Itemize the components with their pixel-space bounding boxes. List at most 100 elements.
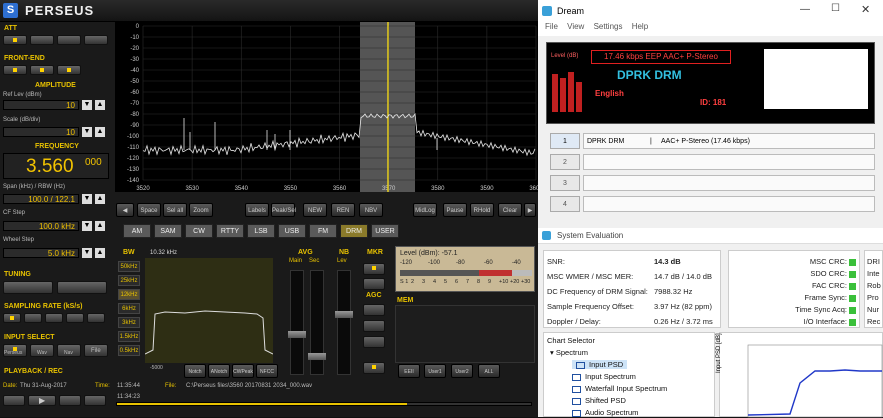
tree-item-waterfall-input-spectrum[interactable]: Waterfall Input Spectrum <box>572 384 667 393</box>
sampling-button-0[interactable] <box>3 313 21 323</box>
scale-field[interactable]: 10 <box>3 127 79 137</box>
tuning-button-1[interactable] <box>57 281 107 294</box>
bw-option-1[interactable]: 25kHz <box>118 275 140 286</box>
frontend-button-0[interactable] <box>3 65 27 75</box>
menu-view[interactable]: View <box>567 22 584 31</box>
avg-sec-slider[interactable] <box>308 270 326 375</box>
scale-down-icon[interactable]: ▼ <box>82 127 92 137</box>
sampling-button-4[interactable] <box>87 313 105 323</box>
tree-item-input-spectrum[interactable]: Input Spectrum <box>572 372 636 381</box>
menu-file[interactable]: File <box>545 22 558 31</box>
cfstep-field[interactable]: 100.0 kHz <box>3 221 79 231</box>
audio-spectrum[interactable] <box>144 258 274 363</box>
input-nav-button[interactable]: Nav <box>57 344 81 357</box>
mode-usb[interactable]: USB <box>278 224 306 238</box>
tuning-button-0[interactable] <box>3 281 53 294</box>
menu-settings[interactable]: Settings <box>594 22 623 31</box>
bottom-button-anotch[interactable]: ANotch <box>208 364 230 378</box>
reflev-down-icon[interactable]: ▼ <box>82 100 92 110</box>
tree-item-shifted-psd[interactable]: Shifted PSD <box>572 396 626 405</box>
agc-button-1[interactable] <box>363 320 385 332</box>
service-row-2[interactable] <box>583 154 875 170</box>
stop-button[interactable] <box>59 395 81 406</box>
cfstep-down-icon[interactable]: ▼ <box>82 221 92 231</box>
bw-option-3[interactable]: 6kHz <box>118 303 140 314</box>
bottom-button-user1[interactable]: User1 <box>424 364 446 378</box>
bw-option-0[interactable]: 50kHz <box>118 261 140 272</box>
bottom-button-notch[interactable]: Notch <box>184 364 206 378</box>
menu-help[interactable]: Help <box>632 22 648 31</box>
mode-fm[interactable]: FM <box>309 224 337 238</box>
record-button[interactable] <box>84 395 106 406</box>
strip-button-space[interactable]: Space <box>137 203 161 217</box>
strip-button-new[interactable]: NEW <box>303 203 327 217</box>
att-button-0[interactable] <box>3 35 27 45</box>
mode-sam[interactable]: SAM <box>154 224 182 238</box>
delta-button[interactable] <box>363 278 385 290</box>
tree-item-audio-spectrum[interactable]: Audio Spectrum <box>572 408 638 417</box>
memory-list[interactable] <box>395 305 535 363</box>
strip-prev-button[interactable]: ◀ <box>116 203 134 217</box>
scale-up-icon[interactable]: ▲ <box>95 127 105 137</box>
bottom-button-cwpeak[interactable]: CWPeak <box>232 364 254 378</box>
frontend-button-1[interactable] <box>30 65 54 75</box>
nb-slider[interactable] <box>335 270 353 375</box>
service-button-2[interactable]: 2 <box>550 154 580 170</box>
bw-option-4[interactable]: 3kHz <box>118 317 140 328</box>
wheelstep-field[interactable]: 5.0 kHz <box>3 248 79 258</box>
service-row-3[interactable] <box>583 175 875 191</box>
playback-progress[interactable] <box>116 402 532 406</box>
span-up-icon[interactable]: ▲ <box>95 194 105 204</box>
mode-rtty[interactable]: RTTY <box>216 224 244 238</box>
bottom-button-nfcc[interactable]: NFCC <box>256 364 278 378</box>
frontend-button-2[interactable] <box>57 65 81 75</box>
strip-button-peaksel[interactable]: Peak/Sel <box>271 203 296 217</box>
rewind-button[interactable] <box>3 395 25 406</box>
service-row-4[interactable] <box>583 196 875 212</box>
strip-button-ren[interactable]: REN <box>331 203 355 217</box>
bottom-button-all[interactable]: ALL <box>478 364 500 378</box>
strip-button-nbv[interactable]: NBV <box>359 203 383 217</box>
input-file-button[interactable]: File <box>84 344 108 357</box>
bw-option-5[interactable]: 1.5kHz <box>118 331 140 342</box>
mkr-button[interactable] <box>363 263 385 275</box>
att-button-3[interactable] <box>84 35 108 45</box>
strip-button-zoom[interactable]: Zoom <box>189 203 213 217</box>
sampling-button-3[interactable] <box>66 313 84 323</box>
agc-off-button[interactable] <box>363 362 385 374</box>
service-button-1[interactable]: 1 <box>550 133 580 149</box>
strip-button-clear[interactable]: Clear <box>498 203 522 217</box>
cfstep-up-icon[interactable]: ▲ <box>95 221 105 231</box>
strip-button-rhold[interactable]: RHold <box>470 203 494 217</box>
minimize-icon[interactable]: — <box>800 4 810 15</box>
mode-lsb[interactable]: LSB <box>247 224 275 238</box>
span-field[interactable]: 100.0 / 122.1 <box>3 194 79 204</box>
bw-option-6[interactable]: 0.5kHz <box>118 345 140 356</box>
bottom-button-eeii[interactable]: EEII <box>398 364 420 378</box>
input-perseus-button[interactable]: Perseus <box>3 344 27 357</box>
wheelstep-up-icon[interactable]: ▲ <box>95 248 105 258</box>
spectrum-display[interactable]: 0 -10 -20 -30 -40 -50 -60 -70 -80 -90 -100 -110 -120… <box>115 22 538 192</box>
mode-user[interactable]: USER <box>371 224 399 238</box>
play-button[interactable]: ▶ <box>28 395 56 406</box>
bottom-button-user2[interactable]: User2 <box>451 364 473 378</box>
tree-item-input-psd[interactable]: Input PSD <box>572 360 628 369</box>
strip-button-midlog[interactable]: MidLog <box>413 203 437 217</box>
service-button-3[interactable]: 3 <box>550 175 580 191</box>
strip-button-pause[interactable]: Pause <box>443 203 467 217</box>
tree-spectrum-node[interactable]: ▾ Spectrum <box>550 348 588 357</box>
span-down-icon[interactable]: ▼ <box>82 194 92 204</box>
mode-drm[interactable]: DRM <box>340 224 368 238</box>
sampling-button-2[interactable] <box>45 313 63 323</box>
reflev-up-icon[interactable]: ▲ <box>95 100 105 110</box>
att-button-2[interactable] <box>57 35 81 45</box>
close-icon[interactable]: ✕ <box>861 3 870 16</box>
strip-button-selall[interactable]: Sel all <box>163 203 187 217</box>
mode-am[interactable]: AM <box>123 224 151 238</box>
reflev-field[interactable]: 10 <box>3 100 79 110</box>
input-wav-button[interactable]: Wav <box>30 344 54 357</box>
agc-button-0[interactable] <box>363 304 385 316</box>
maximize-icon[interactable]: ☐ <box>831 3 840 14</box>
strip-button-labels[interactable]: Labels <box>245 203 269 217</box>
agc-button-2[interactable] <box>363 336 385 348</box>
